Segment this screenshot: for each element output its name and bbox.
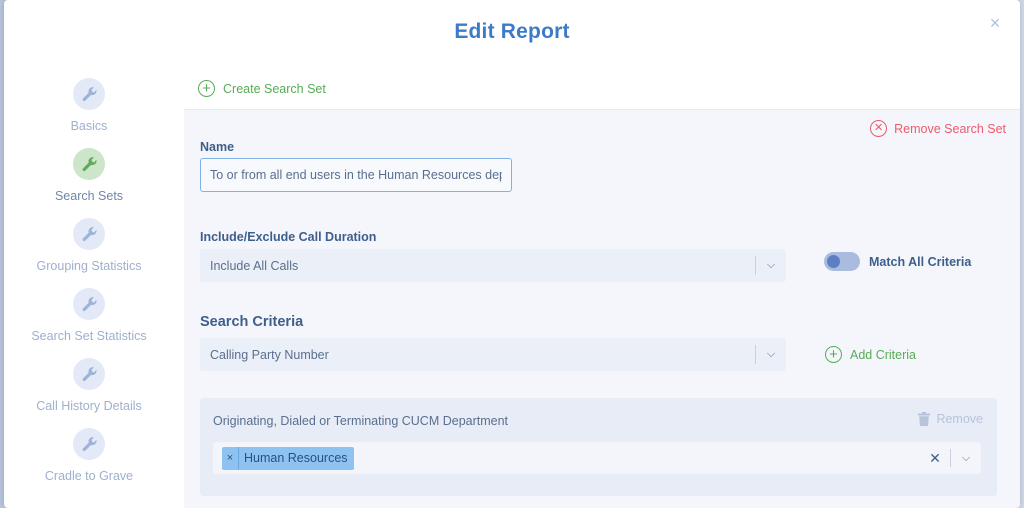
- sidebar-item-basics[interactable]: Basics: [4, 78, 174, 133]
- selected-chip: × Human Resources: [222, 446, 354, 470]
- create-search-set-label: Create Search Set: [223, 81, 326, 96]
- chevron-down-icon[interactable]: ⌵: [756, 259, 786, 272]
- wrench-icon: [73, 78, 105, 110]
- add-criteria-label: Add Criteria: [850, 347, 916, 362]
- create-search-set-button[interactable]: + Create Search Set: [198, 80, 326, 97]
- search-set-panel: ✕ Remove Search Set Name Include/Exclude…: [184, 110, 1020, 508]
- name-input[interactable]: [200, 158, 512, 192]
- sidebar-item-label: Basics: [70, 119, 108, 133]
- wrench-icon: [73, 218, 105, 250]
- clear-icon[interactable]: ✕: [920, 450, 950, 467]
- plus-circle-icon: +: [825, 346, 842, 363]
- chip-remove-icon[interactable]: ×: [222, 446, 239, 470]
- sidebar-item-label: Search Set Statistics: [31, 329, 147, 343]
- chevron-down-icon[interactable]: ⌵: [756, 348, 786, 361]
- sidebar-item-label: Call History Details: [36, 399, 142, 413]
- sidebar-item-search-set-statistics[interactable]: Search Set Statistics: [4, 288, 174, 343]
- sidebar-item-call-history-details[interactable]: Call History Details: [4, 358, 174, 413]
- criteria-card: Originating, Dialed or Terminating CUCM …: [200, 398, 997, 496]
- wrench-icon: [73, 428, 105, 460]
- criteria-type-select[interactable]: Calling Party Number ⌵: [200, 338, 786, 371]
- wrench-icon: [73, 148, 105, 180]
- add-criteria-button[interactable]: + Add Criteria: [825, 346, 916, 363]
- modal-title: Edit Report: [454, 20, 570, 43]
- search-criteria-title: Search Criteria: [200, 314, 304, 330]
- criteria-type-value: Calling Party Number: [210, 347, 329, 362]
- remove-criteria-label: Remove: [936, 412, 983, 426]
- wrench-icon: [73, 288, 105, 320]
- name-label: Name: [200, 140, 235, 154]
- sidebar-item-search-sets[interactable]: Search Sets: [4, 148, 174, 203]
- close-icon[interactable]: ×: [986, 14, 1004, 32]
- match-all-criteria-label: Match All Criteria: [869, 254, 972, 269]
- trash-icon: [918, 412, 931, 426]
- sidebar-item-label: Search Sets: [54, 189, 124, 203]
- edit-report-modal: Edit Report × Basics Search Sets Groupin…: [4, 0, 1020, 508]
- sidebar-item-label: Cradle to Grave: [44, 469, 134, 483]
- match-all-criteria-toggle[interactable]: Match All Criteria: [824, 252, 971, 271]
- criteria-title: Originating, Dialed or Terminating CUCM …: [213, 414, 509, 428]
- duration-select[interactable]: Include All Calls ⌵: [200, 249, 786, 282]
- sidebar-item-label: Grouping Statistics: [36, 259, 142, 273]
- search-sets-content: + Create Search Set ✕ Remove Search Set …: [184, 60, 1020, 508]
- close-circle-icon: ✕: [870, 120, 888, 137]
- toggle-knob: [827, 255, 840, 268]
- sidebar-item-grouping-statistics[interactable]: Grouping Statistics: [4, 218, 174, 273]
- chevron-down-icon[interactable]: ⌵: [951, 452, 981, 465]
- wrench-icon: [73, 358, 105, 390]
- duration-select-value: Include All Calls: [210, 258, 299, 273]
- remove-criteria-button[interactable]: Remove: [918, 412, 983, 426]
- toggle-switch[interactable]: [824, 252, 860, 271]
- remove-search-set-label: Remove Search Set: [894, 121, 1006, 136]
- remove-search-set-button[interactable]: ✕ Remove Search Set: [870, 120, 1006, 137]
- sidebar-item-cradle-to-grave[interactable]: Cradle to Grave: [4, 428, 174, 483]
- chip-label: Human Resources: [244, 451, 348, 465]
- duration-label: Include/Exclude Call Duration: [200, 230, 377, 244]
- plus-circle-icon: +: [198, 80, 215, 97]
- department-multiselect[interactable]: × Human Resources ✕ ⌵: [213, 442, 981, 474]
